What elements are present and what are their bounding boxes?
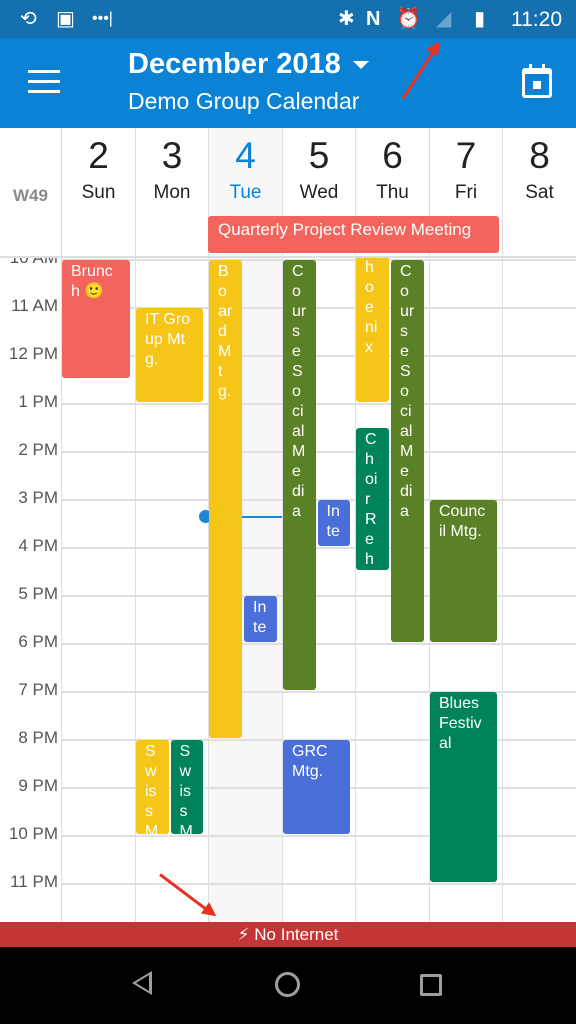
hour-line <box>61 835 576 837</box>
hour-label: 4 PM <box>18 536 58 555</box>
day-column-header-sat[interactable]: 8 Sat <box>502 128 576 256</box>
event-block[interactable]: Phoenix <box>356 258 389 402</box>
hour-label: 6 PM <box>18 632 58 651</box>
image-icon: ▣ <box>56 8 75 30</box>
battery-icon: ▮ <box>474 8 486 30</box>
event-block[interactable]: Board Mtg. <box>209 260 242 738</box>
hour-line <box>61 403 576 405</box>
hour-label: 11 AM <box>11 296 58 315</box>
day-name: Sun <box>81 182 116 203</box>
signal-icon: ◢ <box>436 8 452 30</box>
event-block[interactable]: Interview <box>317 500 350 546</box>
hour-line <box>61 595 576 597</box>
alarm-icon: ⏰ <box>396 8 421 30</box>
event-block[interactable]: Blues Festival <box>430 692 497 882</box>
app-bar: December 2018 Demo Group Calendar <box>0 38 576 128</box>
recents-icon[interactable] <box>420 974 442 996</box>
hour-label: 2 PM <box>18 440 58 459</box>
event-block[interactable]: Course Social Media <box>283 260 316 690</box>
hour-label: 10 PM <box>8 824 58 843</box>
nfc-icon: N <box>366 8 381 30</box>
day-name: Thu <box>376 182 409 203</box>
day-name: Wed <box>299 182 339 203</box>
no-internet-text: No Internet <box>254 925 339 944</box>
week-number: W49 <box>13 186 48 205</box>
day-number: 3 <box>161 135 183 176</box>
bluetooth-icon: ✱ <box>338 8 355 30</box>
home-icon[interactable] <box>275 972 300 997</box>
hour-line <box>61 259 576 261</box>
status-bar: ⟲ ▣ •••| ✱ N ⏰ ◢ ▮ 11:20 <box>0 0 576 38</box>
back-icon[interactable] <box>132 971 152 995</box>
day-name: Tue <box>229 182 262 203</box>
hour-line <box>61 643 576 645</box>
no-wifi-icon: ⚡︎ <box>237 925 250 944</box>
event-block[interactable]: Choir Rehearsal <box>356 428 389 570</box>
calendar-name: Demo Group Calendar <box>128 88 360 114</box>
month-selector[interactable]: December 2018 Demo Group Calendar <box>128 46 369 116</box>
event-block[interactable]: Course Social Media <box>391 260 424 642</box>
hamburger-menu-icon[interactable] <box>28 70 62 94</box>
page-title[interactable]: December 2018 <box>128 46 369 82</box>
hour-label: 12 PM <box>8 344 58 363</box>
hour-label: 10 AM <box>0 258 58 268</box>
event-block[interactable]: Swiss Mountain <box>136 740 169 834</box>
event-block[interactable]: GRC Mtg. <box>283 740 350 834</box>
hour-line <box>61 451 576 453</box>
day-number: 6 <box>382 135 403 176</box>
more-notifications-icon: •••| <box>92 10 113 27</box>
chevron-down-icon <box>352 61 369 70</box>
day-number: 4 <box>235 135 256 176</box>
hour-label: 1 PM <box>18 392 58 411</box>
hour-line <box>61 691 576 693</box>
hour-line <box>61 883 576 885</box>
no-internet-banner: ⚡︎ No Internet <box>0 922 576 947</box>
event-block[interactable]: Swiss Mountain <box>170 740 203 834</box>
day-column-header-sun[interactable]: 2 Sun <box>61 128 135 256</box>
clock: 11:20 <box>511 8 562 31</box>
event-block[interactable]: Brunch 🙂 <box>62 260 130 378</box>
screen-rotate-icon: ⟲ <box>20 8 37 30</box>
day-column-header-mon[interactable]: 3 Mon <box>135 128 208 256</box>
hour-label: 5 PM <box>18 584 58 603</box>
day-number: 8 <box>529 135 550 176</box>
hour-label: 7 PM <box>18 680 58 699</box>
day-name: Fri <box>454 182 478 203</box>
day-name: Mon <box>153 182 191 203</box>
event-block[interactable]: Council Mtg. <box>430 500 497 642</box>
day-name: Sat <box>525 182 554 203</box>
hour-line <box>61 547 576 549</box>
hour-label: 8 PM <box>18 728 58 747</box>
calendar-today-icon[interactable] <box>522 64 552 98</box>
navigation-bar <box>0 947 576 1024</box>
event-block[interactable]: IT Group Mtg. <box>136 308 203 402</box>
hour-label: 9 PM <box>18 776 58 795</box>
day-number: 5 <box>308 135 330 176</box>
day-number: 7 <box>455 135 477 176</box>
hour-label: 3 PM <box>18 488 58 507</box>
day-column-sat[interactable] <box>502 258 576 922</box>
hour-label: 11 PM <box>10 872 58 891</box>
event-block[interactable]: Interview <box>244 596 277 642</box>
all-day-event[interactable]: Quarterly Project Review Meeting <box>208 216 499 253</box>
day-number: 2 <box>88 135 109 176</box>
time-grid[interactable]: 10 AM 11 AM 12 PM 1 PM 2 PM 3 PM 4 PM 5 PM 6 PM 7… <box>0 258 576 922</box>
